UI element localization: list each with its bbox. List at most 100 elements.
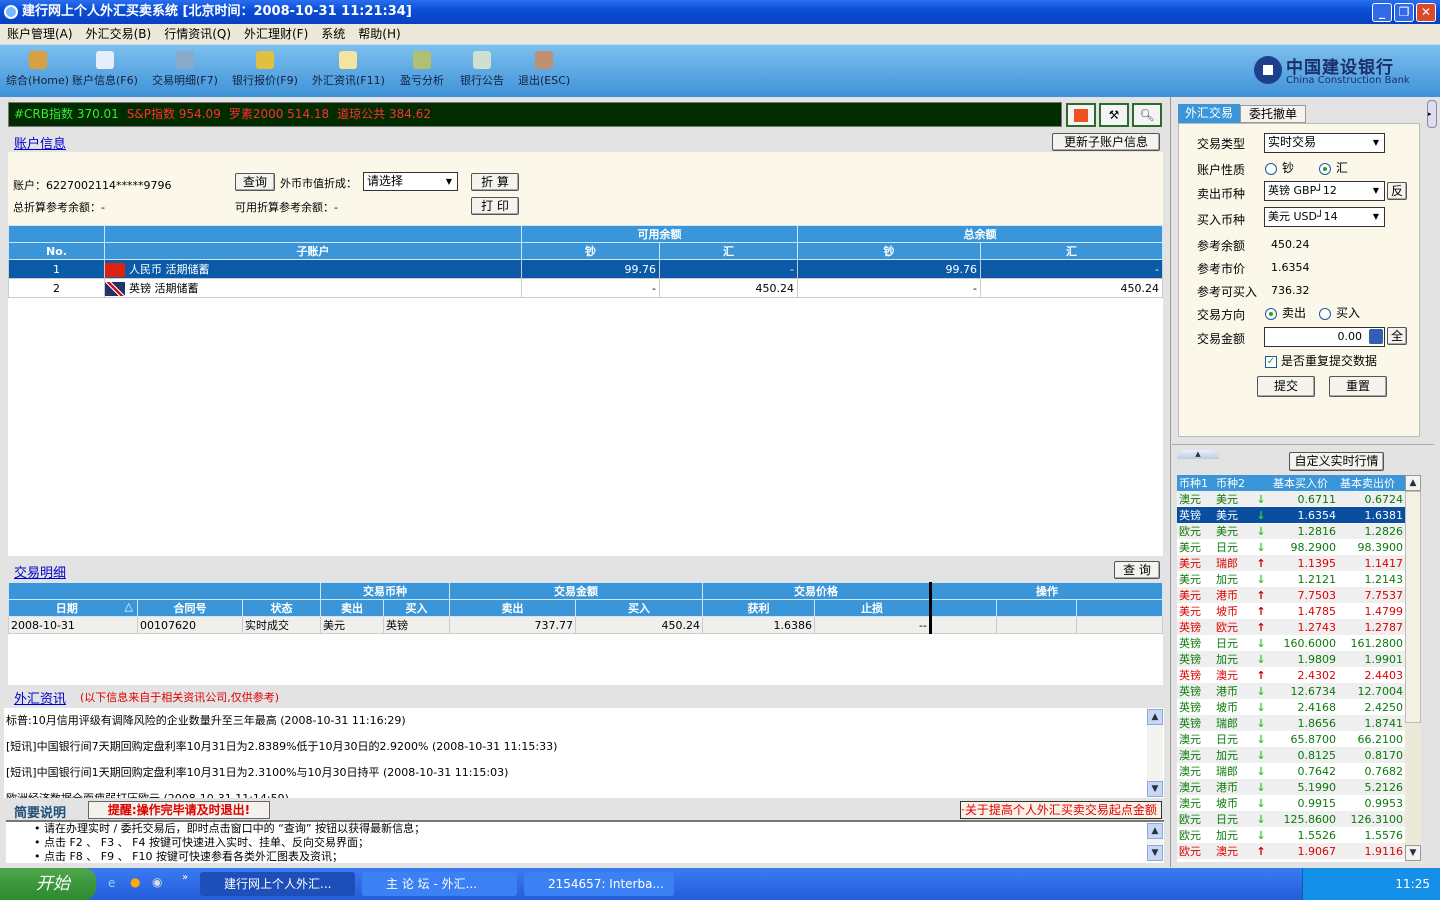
query-button[interactable]: 查询 — [235, 173, 275, 191]
quote-row[interactable]: 英镑 瑞郎 ↓ 1.8656 1.8741 — [1177, 715, 1405, 731]
scroll-down-icon: ▼ — [1405, 845, 1421, 861]
quote-row[interactable]: 澳元 港币 ↓ 5.1990 5.2126 — [1177, 779, 1405, 795]
quote-row[interactable]: 英镑 日元 ↓ 160.6000 161.2800 — [1177, 635, 1405, 651]
menu-help[interactable]: 帮助(H) — [358, 27, 400, 41]
stop-button[interactable] — [1066, 103, 1096, 127]
expand-up-icon[interactable]: ▲ — [1177, 450, 1219, 459]
submit-button[interactable]: 提交 — [1257, 376, 1315, 397]
toolbar-trade-detail[interactable]: 交易明细(F7) — [152, 51, 218, 88]
convert-currency-select[interactable]: 请选择 — [363, 172, 458, 191]
reverse-button[interactable]: 反 — [1387, 182, 1407, 200]
quote-row[interactable]: 美元 加元 ↓ 1.2121 1.2143 — [1177, 571, 1405, 587]
fx-news-link[interactable]: 外汇资讯 — [14, 688, 66, 707]
radio-buy[interactable]: 买入 — [1319, 304, 1360, 321]
quote-row[interactable]: 欧元 加元 ↓ 1.5526 1.5576 — [1177, 827, 1405, 843]
quote-row[interactable]: 英镑 加元 ↓ 1.9809 1.9901 — [1177, 651, 1405, 667]
quote-row[interactable]: 澳元 日元 ↓ 65.8700 66.2100 — [1177, 731, 1405, 747]
menu-system[interactable]: 系统 — [321, 27, 345, 41]
ref-balance-value: 450.24 — [1271, 238, 1310, 251]
quote-row[interactable]: 英镑 美元 ↓ 1.6354 1.6381 — [1177, 506, 1405, 524]
all-amount-button[interactable]: 全 — [1387, 327, 1407, 345]
toolbar-account-info[interactable]: 账户信息(F6) — [72, 51, 138, 88]
more-icon[interactable]: » — [182, 872, 188, 883]
col-date[interactable]: 日期 △ — [8, 599, 138, 617]
convert-button[interactable]: 折 算 — [471, 173, 519, 191]
task-forum[interactable]: 主 论 坛 - 外汇... — [362, 872, 517, 896]
update-subaccount-button[interactable]: 更新子账户信息 — [1052, 133, 1160, 151]
task-ccb[interactable]: 建行网上个人外汇... — [200, 872, 355, 896]
toolbar-announcements[interactable]: 银行公告 — [460, 51, 504, 88]
toolbar-fx-news[interactable]: 外汇资讯(F11) — [312, 51, 385, 88]
quote-row[interactable]: 欧元 日元 ↓ 125.8600 126.3100 — [1177, 811, 1405, 827]
search-button[interactable]: 🔍︎ — [1132, 103, 1162, 127]
quote-row[interactable]: 英镑 坡币 ↓ 2.4168 2.4250 — [1177, 699, 1405, 715]
toolbar-exit[interactable]: 退出(ESC) — [518, 51, 570, 88]
announcement-marquee[interactable]: ·关于提高个人外汇买卖交易起点金额 — [960, 801, 1162, 819]
quote-bid: 2.4302 — [1297, 668, 1337, 682]
quote-row[interactable]: 欧元 美元 ↓ 1.2816 1.2826 — [1177, 523, 1405, 539]
quote-row[interactable]: 澳元 加元 ↓ 0.8125 0.8170 — [1177, 747, 1405, 763]
task-interbank[interactable]: 2154657: Interba... — [524, 872, 674, 896]
quote-row[interactable]: 澳元 美元 ↓ 0.6711 0.6724 — [1177, 491, 1405, 507]
subaccount-row[interactable]: 2 英镑 活期储蓄 -450.24-450.24 — [8, 278, 1163, 298]
maximize-button[interactable]: ❐ — [1394, 3, 1414, 22]
col-subaccount: 子账户 — [104, 242, 522, 260]
print-button[interactable]: 打 印 — [471, 197, 519, 215]
quote-bid: 1.9067 — [1297, 844, 1337, 858]
sell-currency-select[interactable]: 英镑 GBP┘12 — [1264, 181, 1385, 201]
tools-button[interactable]: ⚒ — [1099, 103, 1129, 127]
reset-button[interactable]: 重置 — [1329, 376, 1387, 397]
calculator-icon[interactable] — [1369, 329, 1383, 344]
buy-currency-select[interactable]: 美元 USD┘14 — [1264, 207, 1385, 227]
collapse-handle[interactable]: ▸ — [1427, 100, 1437, 128]
trade-query-button[interactable]: 查 询 — [1114, 561, 1160, 579]
quote-row[interactable]: 英镑 欧元 ↑ 1.2743 1.2787 — [1177, 619, 1405, 635]
menu-trade[interactable]: 外汇交易(B) — [86, 27, 152, 41]
quote-row[interactable]: 英镑 港币 ↓ 12.6734 12.7004 — [1177, 683, 1405, 699]
custom-quotes-button[interactable]: 自定义实时行情 — [1289, 452, 1384, 471]
quote-bid: 0.7642 — [1297, 764, 1337, 778]
toolbar-home[interactable]: 综合(Home) — [6, 51, 69, 88]
quote-bid: 0.6711 — [1297, 492, 1337, 506]
amount-input[interactable]: 0.00 — [1264, 327, 1385, 347]
news-item[interactable]: [短讯]中国银行间7天期回购定盘利率10月31日为2.8389%低于10月30日… — [6, 734, 1164, 760]
trade-detail-link[interactable]: 交易明细 — [14, 562, 66, 581]
account-info-link[interactable]: 账户信息 — [14, 133, 66, 152]
radio-cash[interactable]: 钞 — [1265, 159, 1294, 176]
repeat-submit-checkbox[interactable]: ✓ 是否重复提交数据 — [1265, 352, 1377, 369]
radio-remit[interactable]: 汇 — [1319, 159, 1348, 176]
tab-cancel-order[interactable]: 委托撤单 — [1240, 105, 1306, 123]
news-item[interactable]: 欧洲经济数据全面疲弱打压欧元 (2008-10-31 11:14:59) — [6, 786, 1164, 798]
toolbar-pnl[interactable]: 盈亏分析 — [400, 51, 444, 88]
news-scrollbar[interactable]: ▲ ▼ — [1147, 709, 1163, 797]
news-item[interactable]: 标普:10月信用评级有调降风险的企业数量升至三年最高 (2008-10-31 1… — [6, 708, 1164, 734]
start-button[interactable]: 开始 — [0, 868, 96, 900]
subaccount-row[interactable]: 1 人民币 活期储蓄 99.76-99.76- — [8, 259, 1163, 279]
firefox-icon[interactable]: ● — [130, 875, 140, 889]
app-quicklaunch-icon[interactable]: ◉ — [152, 875, 162, 889]
ie-icon[interactable]: e — [108, 876, 115, 890]
quotes-scrollbar[interactable]: ▲ ▼ — [1405, 475, 1421, 862]
menu-quotes[interactable]: 行情资讯(Q) — [164, 27, 231, 41]
close-button[interactable]: ✕ — [1416, 3, 1436, 22]
minimize-button[interactable]: _ — [1372, 3, 1392, 22]
note-item: • 点击 F2 、 F3 、 F4 按键可快速进入实时、挂单、反向交易界面； — [34, 836, 369, 849]
quote-row[interactable]: 美元 坡币 ↑ 1.4785 1.4799 — [1177, 603, 1405, 619]
tab-fx-trade[interactable]: 外汇交易 — [1178, 104, 1240, 123]
menu-finance[interactable]: 外汇理财(F) — [244, 27, 308, 41]
quote-row[interactable]: 美元 瑞郎 ↑ 1.1395 1.1417 — [1177, 555, 1405, 571]
quote-row[interactable]: 澳元 瑞郎 ↓ 0.7642 0.7682 — [1177, 763, 1405, 779]
trade-type-select[interactable]: 实时交易 — [1264, 133, 1385, 153]
trade-row[interactable]: 2008-10-31 00107620 实时成交 美元 英镑 737.77 450.24 1.… — [8, 616, 1163, 634]
quote-row[interactable]: 欧元 澳元 ↑ 1.9067 1.9116 — [1177, 843, 1405, 859]
quote-row[interactable]: 美元 港币 ↑ 7.7503 7.7537 — [1177, 587, 1405, 603]
menu-account[interactable]: 账户管理(A) — [7, 27, 73, 41]
toolbar-bank-quotes[interactable]: 银行报价(F9) — [232, 51, 298, 88]
quote-row[interactable]: 澳元 坡币 ↓ 0.9915 0.9953 — [1177, 795, 1405, 811]
notes-scrollbar[interactable]: ▲ ▼ — [1147, 823, 1163, 861]
quote-row[interactable]: 英镑 澳元 ↑ 2.4302 2.4403 — [1177, 667, 1405, 683]
news-item[interactable]: [短讯]中国银行间1天期回购定盘利率10月31日为2.3100%与10月30日持… — [6, 760, 1164, 786]
quote-ccy2: 澳元 — [1216, 845, 1238, 858]
quote-row[interactable]: 美元 日元 ↓ 98.2900 98.3900 — [1177, 539, 1405, 555]
radio-sell[interactable]: 卖出 — [1265, 304, 1306, 321]
